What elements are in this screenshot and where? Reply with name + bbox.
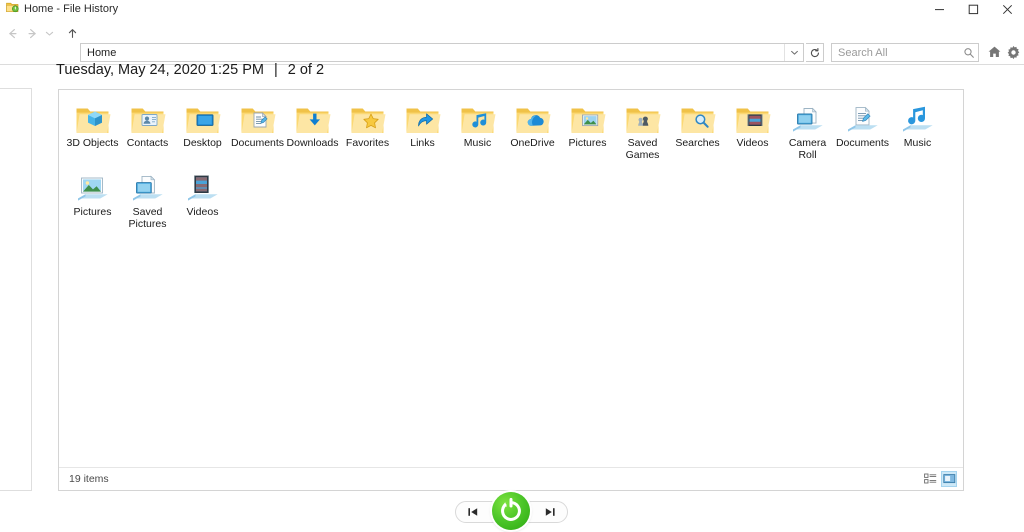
file-item[interactable]: Searches bbox=[670, 98, 725, 161]
minimize-button[interactable] bbox=[922, 0, 956, 18]
restore-button[interactable] bbox=[492, 492, 530, 530]
file-item-label: Pictures bbox=[568, 137, 607, 149]
title-bar: Home - File History bbox=[0, 0, 1024, 18]
library-videos-icon bbox=[184, 169, 222, 205]
file-item[interactable]: Music bbox=[890, 98, 945, 161]
library-pictures-icon bbox=[74, 169, 112, 205]
folder-saved-games-icon bbox=[624, 100, 662, 136]
file-item[interactable]: Music bbox=[450, 98, 505, 161]
file-item-label: Documents bbox=[835, 137, 890, 149]
folder-contacts-icon bbox=[129, 100, 167, 136]
item-count-label: 19 items bbox=[69, 473, 109, 485]
file-item-label: 3D Objects bbox=[66, 137, 119, 149]
file-item[interactable]: Documents bbox=[835, 98, 890, 161]
file-item[interactable]: Desktop bbox=[175, 98, 230, 161]
file-item-label: Music bbox=[463, 137, 492, 149]
folder-pictures-icon bbox=[569, 100, 607, 136]
file-item-label: Downloads bbox=[286, 137, 339, 149]
file-item[interactable]: Downloads bbox=[285, 98, 340, 161]
file-item[interactable]: Links bbox=[395, 98, 450, 161]
file-item-label: Saved Pictures bbox=[128, 206, 167, 230]
navigation-toolbar: Home Search All bbox=[0, 18, 1024, 65]
file-list-panel: 3D Objects Contacts Desktop Documents Downlo… bbox=[58, 89, 964, 491]
file-item-label: Searches bbox=[675, 137, 720, 149]
up-button[interactable] bbox=[62, 22, 82, 44]
file-item-label: Music bbox=[903, 137, 932, 149]
file-grid: 3D Objects Contacts Desktop Documents Downlo… bbox=[59, 90, 963, 458]
file-item-label: Saved Games bbox=[625, 137, 660, 161]
file-history-icon bbox=[6, 0, 19, 18]
file-item[interactable]: Documents bbox=[230, 98, 285, 161]
file-item[interactable]: Saved Pictures bbox=[120, 167, 175, 230]
file-item[interactable]: 3D Objects bbox=[65, 98, 120, 161]
window-title: Home - File History bbox=[24, 3, 119, 15]
library-music-icon bbox=[899, 100, 937, 136]
forward-button[interactable] bbox=[22, 22, 42, 44]
version-header: Tuesday, May 24, 2020 1:25 PM | 2 of 2 bbox=[56, 62, 324, 78]
search-icon bbox=[960, 47, 978, 59]
address-dropdown-button[interactable] bbox=[784, 44, 803, 61]
address-bar[interactable]: Home bbox=[80, 43, 804, 62]
file-item[interactable]: Videos bbox=[725, 98, 780, 161]
folder-downloads-icon bbox=[294, 100, 332, 136]
file-item-label: Camera Roll bbox=[788, 137, 827, 161]
file-item[interactable]: Favorites bbox=[340, 98, 395, 161]
status-bar: 19 items bbox=[59, 467, 963, 490]
version-date: Tuesday, May 24, 2020 1:25 PM bbox=[56, 62, 264, 78]
folder-links-icon bbox=[404, 100, 442, 136]
large-icons-view-button[interactable] bbox=[941, 471, 957, 487]
file-item-label: Contacts bbox=[126, 137, 169, 149]
file-item[interactable]: Pictures bbox=[560, 98, 615, 161]
recent-locations-button[interactable] bbox=[42, 22, 56, 44]
version-count: 2 of 2 bbox=[287, 62, 325, 78]
folder-documents-icon bbox=[239, 100, 277, 136]
file-item[interactable]: Camera Roll bbox=[780, 98, 835, 161]
refresh-button[interactable] bbox=[806, 43, 824, 62]
file-item[interactable]: Videos bbox=[175, 167, 230, 230]
address-bar-value: Home bbox=[87, 46, 117, 59]
folder-music-icon bbox=[459, 100, 497, 136]
library-documents-icon bbox=[844, 100, 882, 136]
previous-version-button[interactable] bbox=[456, 502, 490, 522]
window-controls bbox=[922, 0, 1024, 18]
folder-searches-icon bbox=[679, 100, 717, 136]
folder-3d-objects-icon bbox=[74, 100, 112, 136]
folder-desktop-icon bbox=[184, 100, 222, 136]
home-button[interactable] bbox=[984, 42, 1004, 62]
maximize-button[interactable] bbox=[956, 0, 990, 18]
file-item-label: OneDrive bbox=[510, 137, 555, 149]
file-item-label: Videos bbox=[186, 206, 219, 218]
folder-videos-icon bbox=[734, 100, 772, 136]
file-item[interactable]: OneDrive bbox=[505, 98, 560, 161]
header-separator: | bbox=[273, 62, 278, 78]
file-item-label: Desktop bbox=[183, 137, 222, 149]
file-item-label: Documents bbox=[230, 137, 285, 149]
folder-favorites-icon bbox=[349, 100, 387, 136]
file-item[interactable]: Contacts bbox=[120, 98, 175, 161]
title-bar-left: Home - File History bbox=[6, 1, 118, 17]
file-item-label: Videos bbox=[736, 137, 769, 149]
file-item-label: Links bbox=[410, 137, 435, 149]
view-toggle-group bbox=[922, 471, 957, 487]
back-button[interactable] bbox=[2, 22, 22, 44]
library-saved-pictures-icon bbox=[129, 169, 167, 205]
file-item[interactable]: Pictures bbox=[65, 167, 120, 230]
search-input[interactable]: Search All bbox=[831, 43, 979, 62]
file-item-label: Favorites bbox=[345, 137, 390, 149]
file-history-window: Home - File History Home Search All Tues… bbox=[0, 0, 1024, 532]
file-item-label: Pictures bbox=[73, 206, 112, 218]
settings-button[interactable] bbox=[1003, 42, 1023, 62]
folder-onedrive-icon bbox=[514, 100, 552, 136]
background-window-pane bbox=[0, 88, 32, 491]
details-view-button[interactable] bbox=[922, 471, 938, 487]
file-item[interactable]: Saved Games bbox=[615, 98, 670, 161]
next-version-button[interactable] bbox=[533, 502, 567, 522]
library-camera-roll-icon bbox=[789, 100, 827, 136]
search-placeholder: Search All bbox=[838, 46, 888, 59]
close-button[interactable] bbox=[990, 0, 1024, 18]
